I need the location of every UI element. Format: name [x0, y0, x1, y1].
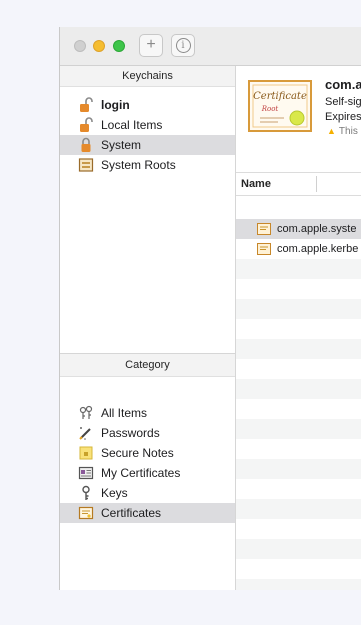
row-name: com.apple.kerbe	[277, 243, 359, 255]
warning-icon: ▲	[327, 126, 336, 136]
empty-row	[236, 339, 361, 359]
column-separator[interactable]	[316, 176, 317, 192]
detail-issuer: Self-sig	[325, 96, 361, 108]
empty-row	[236, 579, 361, 590]
close-window-button[interactable]	[74, 40, 86, 52]
id-card-icon	[78, 466, 94, 480]
title-bar: + i	[60, 27, 361, 66]
lock-closed-icon	[81, 137, 91, 152]
get-info-button[interactable]: i	[171, 34, 195, 57]
certificate-large-icon: Certificate Root	[248, 80, 312, 132]
certificate-badge-title: Certificate	[253, 91, 307, 102]
sidebar-item-label: My Certificates	[101, 466, 181, 480]
row-name: com.apple.syste	[277, 223, 357, 235]
detail-trust-text: This	[338, 126, 358, 137]
sidebar-item-label: Passwords	[101, 426, 160, 440]
note-icon	[79, 446, 93, 460]
empty-row	[236, 499, 361, 519]
lock-open-icon	[80, 117, 93, 132]
certificate-icon	[257, 243, 271, 255]
sidebar-item-label: All Items	[101, 406, 148, 420]
sidebar-item-keys[interactable]: Keys	[60, 483, 235, 503]
sidebar-item-system-roots[interactable]: System Roots	[60, 155, 235, 175]
info-icon: i	[175, 38, 191, 53]
sidebar-item-label: login	[101, 98, 130, 112]
key-icon	[82, 485, 90, 500]
category-header: Category	[60, 353, 235, 377]
sidebar-item-passwords[interactable]: Passwords	[60, 423, 235, 443]
sidebar-item-all-items[interactable]: All Items	[60, 403, 235, 423]
sidebar-item-label: Secure Notes	[101, 446, 174, 460]
sidebar-item-label: Local Items	[101, 118, 163, 132]
keychains-header: Keychains	[60, 66, 235, 87]
plus-icon: +	[146, 36, 156, 53]
sidebar: Keychains login Local Items System Syste…	[60, 66, 236, 590]
certificate-icon	[257, 223, 271, 235]
detail-trust-warning: ▲ This	[327, 126, 358, 137]
empty-row	[236, 379, 361, 399]
pen-icon	[79, 427, 91, 440]
detail-title: com.a	[325, 77, 361, 92]
sidebar-item-label: System	[101, 138, 142, 152]
sidebar-item-label: Keys	[101, 486, 128, 500]
main-pane: Certificate Root com.a Self-sig Expires …	[236, 66, 361, 590]
sidebar-item-my-certificates[interactable]: My Certificates	[60, 463, 235, 483]
sidebar-item-certificates[interactable]: Certificates	[60, 503, 235, 523]
add-item-button[interactable]: +	[139, 34, 163, 57]
empty-row	[236, 299, 361, 319]
column-header-name[interactable]: Name	[241, 173, 271, 195]
certificate-badge-sub: Root	[261, 105, 279, 113]
zoom-window-button[interactable]	[113, 40, 125, 52]
table-row[interactable]: com.apple.syste	[236, 219, 361, 239]
sidebar-item-label: System Roots	[101, 158, 176, 172]
sidebar-item-local-items[interactable]: Local Items	[60, 115, 235, 135]
table-row[interactable]: com.apple.kerbe	[236, 239, 361, 259]
keychain-window: + i Keychains login Local Items System S…	[59, 27, 361, 590]
certificate-cabinet-icon	[78, 158, 94, 172]
empty-row	[236, 539, 361, 559]
minimize-window-button[interactable]	[93, 40, 105, 52]
detail-expires: Expires	[325, 111, 361, 123]
list-header: Name	[236, 172, 361, 196]
empty-row	[236, 259, 361, 279]
empty-row	[236, 459, 361, 479]
lock-open-icon	[80, 97, 93, 112]
sidebar-item-system[interactable]: System	[60, 135, 235, 155]
sidebar-item-label: Certificates	[101, 506, 162, 520]
certificate-icon	[78, 506, 94, 520]
empty-row	[236, 419, 361, 439]
sidebar-item-secure-notes[interactable]: Secure Notes	[60, 443, 235, 463]
all-items-icon	[79, 405, 93, 419]
sidebar-item-login[interactable]: login	[60, 95, 235, 115]
